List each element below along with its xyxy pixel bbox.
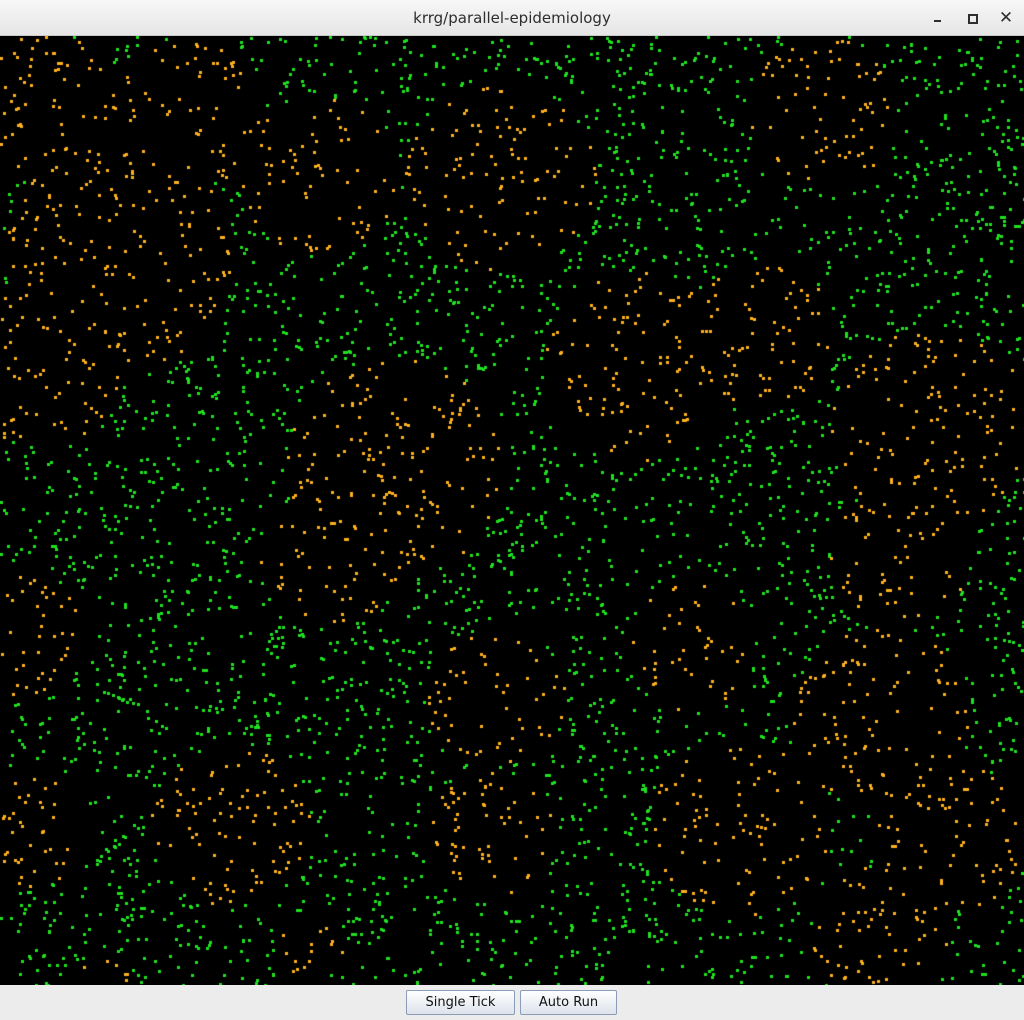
close-button[interactable]: ✕ [996,8,1016,28]
app-window: krrg/parallel-epidemiology ✕ Single Tick… [0,0,1024,1020]
population-view [0,36,1024,985]
simulation-canvas [0,36,1024,985]
control-toolbar: Single Tick Auto Run [0,985,1024,1020]
minimize-button[interactable] [928,8,948,28]
minimize-icon [934,20,941,22]
window-title: krrg/parallel-epidemiology [413,9,611,27]
title-bar[interactable]: krrg/parallel-epidemiology ✕ [0,0,1024,36]
single-tick-button[interactable]: Single Tick [406,990,515,1015]
maximize-button[interactable] [962,8,982,28]
close-icon: ✕ [998,8,1014,28]
maximize-icon [968,14,978,24]
auto-run-button[interactable]: Auto Run [520,990,617,1015]
